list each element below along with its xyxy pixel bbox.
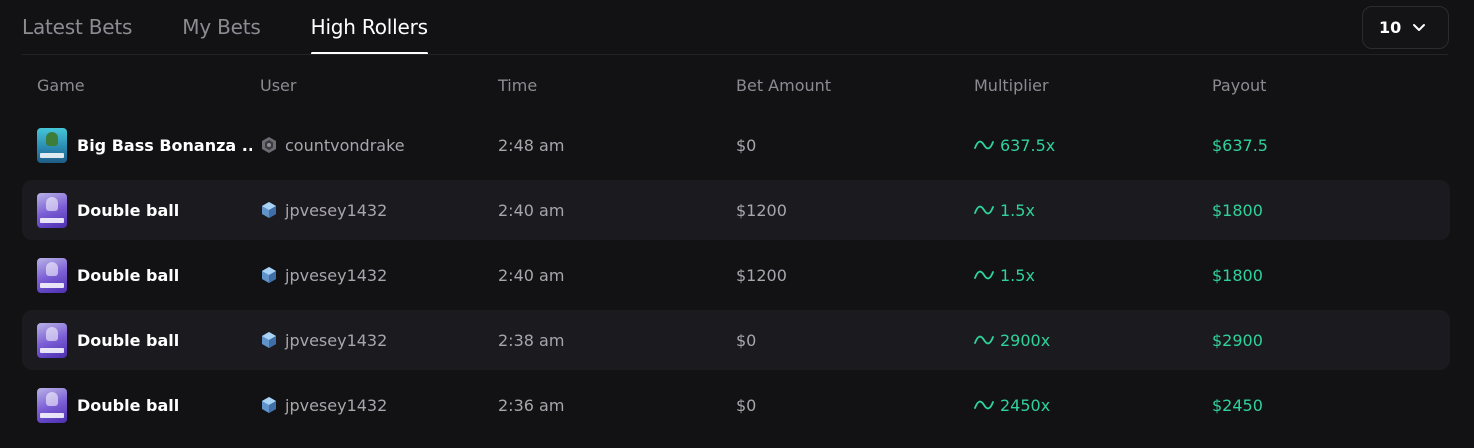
multiplier-value: 2900x <box>1000 330 1051 350</box>
game-cell[interactable]: Double ball <box>22 257 260 293</box>
username: jpvesey1432 <box>285 330 388 350</box>
trend-wave-icon <box>974 270 994 280</box>
user-cell[interactable]: jpvesey1432 <box>260 396 498 415</box>
user-cell[interactable]: jpvesey1432 <box>260 331 498 350</box>
game-thumbnail <box>37 192 67 228</box>
header-user: User <box>260 75 297 95</box>
blue-gem-icon <box>262 202 276 218</box>
trend-wave-icon <box>974 205 994 215</box>
tab-latest-bets[interactable]: Latest Bets <box>22 0 132 55</box>
username: jpvesey1432 <box>285 200 388 220</box>
time-cell: 2:40 am <box>498 265 565 285</box>
payout-cell: $1800 <box>1212 200 1263 220</box>
trend-wave-icon <box>974 335 994 345</box>
time-cell: 2:38 am <box>498 330 565 350</box>
header-time: Time <box>498 75 538 95</box>
game-thumbnail <box>37 387 67 423</box>
table-row[interactable]: Double ball jpvesey1432 2:40 am $1200 1.5x $1… <box>22 180 1450 240</box>
game-name: Double ball <box>77 330 180 350</box>
game-thumbnail <box>37 257 67 293</box>
game-name: Big Bass Bonanza ... <box>77 135 252 155</box>
multiplier-cell: 1.5x <box>974 266 1212 285</box>
trend-wave-icon <box>974 400 994 410</box>
multiplier-value: 637.5x <box>1000 135 1056 155</box>
bet-amount-cell: $1200 <box>736 200 787 220</box>
payout-cell: $637.5 <box>1212 135 1268 155</box>
bets-tabs: Latest Bets My Bets High Rollers <box>22 0 478 55</box>
table-row[interactable]: Double ball jpvesey1432 2:40 am $1200 1.5x $1… <box>22 245 1450 305</box>
time-cell: 2:40 am <box>498 200 565 220</box>
game-cell[interactable]: Big Bass Bonanza ... <box>22 127 260 163</box>
table-header: Game User Time Bet Amount Multiplier Pay… <box>22 55 1450 115</box>
rows-count-value: 10 <box>1379 18 1402 37</box>
multiplier-value: 1.5x <box>1000 200 1035 220</box>
username: jpvesey1432 <box>285 265 388 285</box>
bet-amount-cell: $0 <box>736 330 757 350</box>
game-thumbnail <box>37 322 67 358</box>
chevron-down-icon <box>1413 24 1425 31</box>
time-cell: 2:48 am <box>498 135 565 155</box>
table-row[interactable]: Double ball jpvesey1432 2:38 am $0 2900x $290… <box>22 310 1450 370</box>
game-cell[interactable]: Double ball <box>22 192 260 228</box>
payout-cell: $2900 <box>1212 330 1263 350</box>
user-cell[interactable]: jpvesey1432 <box>260 266 498 285</box>
tab-high-rollers[interactable]: High Rollers <box>310 0 429 55</box>
game-thumbnail <box>37 127 67 163</box>
bet-amount-cell: $0 <box>736 135 757 155</box>
multiplier-value: 2450x <box>1000 395 1051 415</box>
multiplier-cell: 1.5x <box>974 201 1212 220</box>
username: countvondrake <box>285 135 405 155</box>
time-cell: 2:36 am <box>498 395 565 415</box>
user-cell[interactable]: jpvesey1432 <box>260 201 498 220</box>
blue-gem-icon <box>262 332 276 348</box>
bet-amount-cell: $1200 <box>736 265 787 285</box>
grey-shield-icon <box>262 137 276 153</box>
game-name: Double ball <box>77 395 180 415</box>
header-multiplier: Multiplier <box>974 75 1049 95</box>
rows-count-select[interactable]: 10 <box>1362 6 1449 49</box>
header-game: Game <box>37 75 85 95</box>
blue-gem-icon <box>262 267 276 283</box>
payout-cell: $2450 <box>1212 395 1263 415</box>
multiplier-value: 1.5x <box>1000 265 1035 285</box>
high-rollers-table: Game User Time Bet Amount Multiplier Pay… <box>22 55 1450 440</box>
multiplier-cell: 2900x <box>974 331 1212 350</box>
trend-wave-icon <box>974 140 994 150</box>
header-bet-amount: Bet Amount <box>736 75 832 95</box>
blue-gem-icon <box>262 397 276 413</box>
header-payout: Payout <box>1212 75 1267 95</box>
game-cell[interactable]: Double ball <box>22 322 260 358</box>
tab-my-bets[interactable]: My Bets <box>182 0 261 55</box>
bet-amount-cell: $0 <box>736 395 757 415</box>
user-cell[interactable]: countvondrake <box>260 136 498 155</box>
table-body: Big Bass Bonanza ... countvondrake 2:48 am… <box>22 115 1450 435</box>
username: jpvesey1432 <box>285 395 388 415</box>
table-row[interactable]: Double ball jpvesey1432 2:36 am $0 2450x $245… <box>22 375 1450 435</box>
game-name: Double ball <box>77 200 180 220</box>
payout-cell: $1800 <box>1212 265 1263 285</box>
game-cell[interactable]: Double ball <box>22 387 260 423</box>
multiplier-cell: 2450x <box>974 396 1212 415</box>
table-row[interactable]: Big Bass Bonanza ... countvondrake 2:48 am… <box>22 115 1450 175</box>
multiplier-cell: 637.5x <box>974 136 1212 155</box>
game-name: Double ball <box>77 265 180 285</box>
bets-panel: Latest Bets My Bets High Rollers 10 Game… <box>0 0 1474 448</box>
